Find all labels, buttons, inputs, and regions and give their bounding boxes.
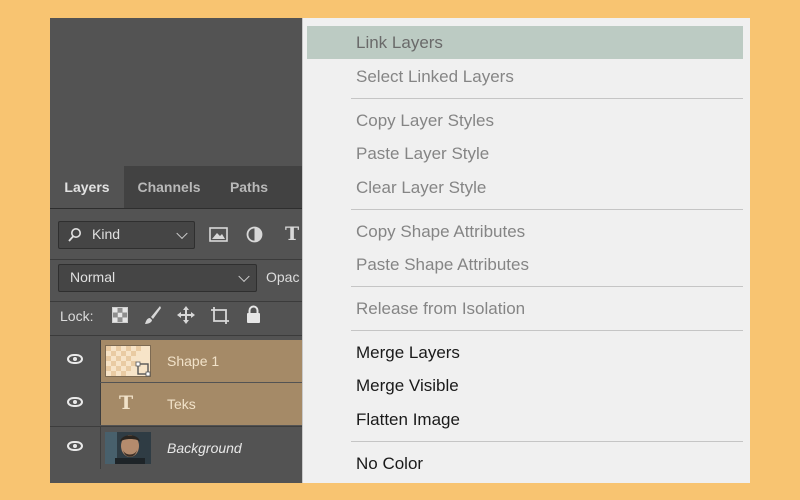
menu-item-paste-layer-style[interactable]: Paste Layer Style xyxy=(303,137,750,170)
eye-icon xyxy=(67,441,83,451)
brush-icon[interactable] xyxy=(144,305,162,325)
menu-item-select-linked-layers[interactable]: Select Linked Layers xyxy=(303,60,750,93)
eye-icon xyxy=(67,397,83,407)
layer-name: Background xyxy=(167,440,242,456)
menu-item-label: Select Linked Layers xyxy=(356,67,514,86)
lock-transparent-pixels-icon[interactable] xyxy=(112,307,128,323)
eye-icon xyxy=(67,354,83,364)
layer-row-background[interactable]: Background xyxy=(50,426,305,469)
menu-item-label: Copy Shape Attributes xyxy=(356,222,526,241)
layer-name: Teks xyxy=(167,396,196,412)
menu-item-label: Copy Layer Styles xyxy=(356,111,494,130)
menu-item-copy-shape-attributes[interactable]: Copy Shape Attributes xyxy=(303,215,750,248)
panel-top-area xyxy=(50,18,305,166)
menu-item-label: Link Layers xyxy=(356,33,443,52)
menu-item-label: Merge Visible xyxy=(356,376,459,395)
menu-separator xyxy=(351,98,743,99)
menu-separator xyxy=(351,441,743,442)
layer-name: Shape 1 xyxy=(167,353,220,369)
layer-context-menu: Link Layers Select Linked Layers Copy La… xyxy=(302,18,750,483)
filter-kind-dropdown[interactable]: Kind xyxy=(58,221,195,249)
menu-item-label: Release from Isolation xyxy=(356,299,526,318)
menu-item-merge-visible[interactable]: Merge Visible xyxy=(303,369,750,402)
layer-row-shape-1[interactable]: Shape 1 xyxy=(50,340,305,382)
artboard-icon[interactable] xyxy=(210,306,230,325)
move-icon[interactable] xyxy=(176,305,196,325)
chevron-down-icon xyxy=(238,270,250,283)
image-filter-icon[interactable] xyxy=(209,227,228,242)
layer-row-teks[interactable]: T Teks xyxy=(50,383,305,425)
menu-item-no-color[interactable]: No Color xyxy=(303,447,750,480)
menu-item-flatten-image[interactable]: Flatten Image xyxy=(303,403,750,436)
menu-item-copy-layer-styles[interactable]: Copy Layer Styles xyxy=(303,104,750,137)
layers-panel-body: Kind T Normal Opac Lock: Shape 1 T Teks … xyxy=(50,209,305,483)
menu-item-label: Clear Layer Style xyxy=(356,178,487,197)
filter-kind-label: Kind xyxy=(92,226,121,242)
shape-thumbnail xyxy=(105,345,151,377)
tab-channels[interactable]: Channels xyxy=(128,166,210,208)
lock-label: Lock: xyxy=(60,308,94,324)
type-filter-icon[interactable]: T xyxy=(285,223,299,245)
menu-item-label: Merge Layers xyxy=(356,343,460,362)
menu-item-link-layers[interactable]: Link Layers xyxy=(307,26,743,59)
tab-paths[interactable]: Paths xyxy=(214,166,284,208)
panel-tab-bar: Layers Channels Paths xyxy=(50,166,305,209)
menu-item-paste-shape-attributes[interactable]: Paste Shape Attributes xyxy=(303,248,750,281)
menu-item-label: No Color xyxy=(356,454,424,473)
blend-mode-dropdown[interactable]: Normal xyxy=(58,264,257,292)
menu-item-label: Paste Shape Attributes xyxy=(356,255,529,274)
blend-mode-value: Normal xyxy=(70,269,116,285)
photo-thumbnail xyxy=(105,432,151,464)
chevron-down-icon xyxy=(176,227,188,240)
menu-separator xyxy=(351,330,743,331)
visibility-toggle[interactable] xyxy=(50,383,101,425)
menu-item-merge-layers[interactable]: Merge Layers xyxy=(303,336,750,369)
tab-layers[interactable]: Layers xyxy=(50,166,124,208)
visibility-toggle[interactable] xyxy=(50,427,101,469)
opacity-label: Opac xyxy=(266,269,300,285)
menu-item-clear-layer-style[interactable]: Clear Layer Style xyxy=(303,171,750,204)
menu-separator xyxy=(351,209,743,210)
menu-separator xyxy=(351,286,743,287)
lock-icon[interactable] xyxy=(246,305,261,324)
menu-item-label: Flatten Image xyxy=(356,410,460,429)
menu-item-release-from-isolation[interactable]: Release from Isolation xyxy=(303,292,750,325)
visibility-toggle[interactable] xyxy=(50,340,101,382)
search-icon xyxy=(68,228,81,242)
screenshot-frame: Layers Channels Paths Kind T Normal Opac… xyxy=(50,18,750,483)
menu-item-label: Paste Layer Style xyxy=(356,144,490,163)
adjustment-filter-icon[interactable] xyxy=(246,226,263,243)
text-icon: T xyxy=(119,392,134,414)
